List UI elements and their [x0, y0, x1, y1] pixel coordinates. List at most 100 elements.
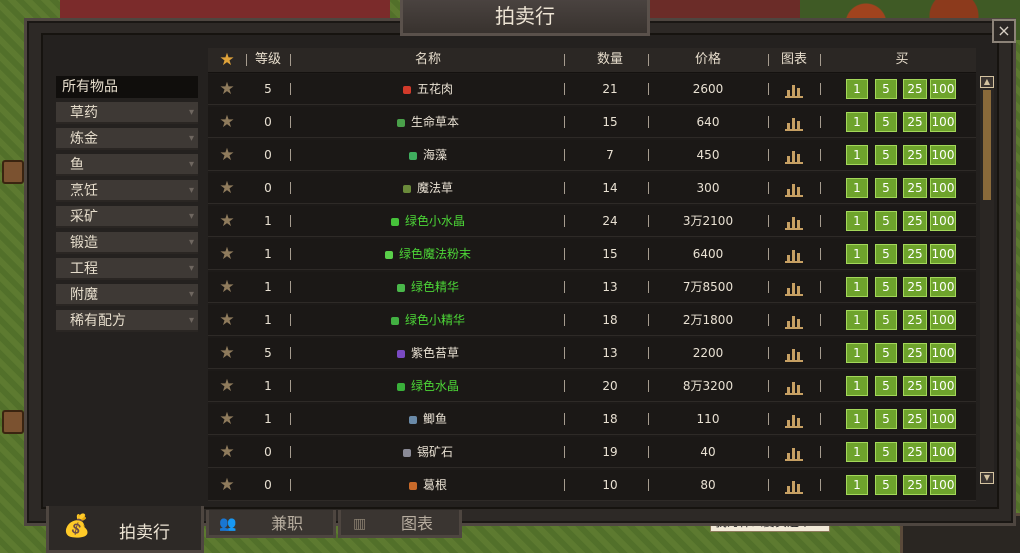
sidebar-item-alchemy[interactable]: 炼金 ▾	[56, 128, 198, 150]
buy-1-button[interactable]: 1	[846, 409, 868, 429]
item-name-cell[interactable]: 锡矿石	[298, 437, 558, 467]
item-name-cell[interactable]: 绿色精华	[298, 272, 558, 302]
buy-100-button[interactable]: 100	[930, 211, 956, 231]
buy-100-button[interactable]: 100	[930, 112, 956, 132]
item-name-cell[interactable]: 魔法草	[298, 173, 558, 203]
buy-5-button[interactable]: 5	[875, 376, 897, 396]
sidebar-item-all-items[interactable]: 所有物品	[56, 76, 198, 98]
buy-5-button[interactable]: 5	[875, 310, 897, 330]
table-row[interactable]: ★ 1 绿色水晶 20 8万3200 1 5 25 100	[208, 371, 976, 402]
favorite-star-icon[interactable]: ★	[216, 272, 238, 302]
sidebar-item-enchanting[interactable]: 附魔 ▾	[56, 284, 198, 306]
favorite-star-icon[interactable]: ★	[216, 107, 238, 137]
buy-100-button[interactable]: 100	[930, 442, 956, 462]
buy-100-button[interactable]: 100	[930, 475, 956, 495]
scroll-up-arrow-icon[interactable]: ▲	[980, 76, 994, 88]
favorite-star-icon[interactable]: ★	[216, 140, 238, 170]
item-name-cell[interactable]: 葛根	[298, 470, 558, 500]
sidebar-item-fish[interactable]: 鱼 ▾	[56, 154, 198, 176]
item-name-cell[interactable]: 绿色水晶	[298, 371, 558, 401]
buy-1-button[interactable]: 1	[846, 310, 868, 330]
buy-25-button[interactable]: 25	[903, 277, 927, 297]
buy-1-button[interactable]: 1	[846, 343, 868, 363]
price-chart-button[interactable]	[774, 206, 814, 236]
tab-chart[interactable]: ▥ 图表	[338, 510, 462, 538]
buy-25-button[interactable]: 25	[903, 409, 927, 429]
table-row[interactable]: ★ 1 绿色小精华 18 2万1800 1 5 25 100	[208, 305, 976, 336]
buy-1-button[interactable]: 1	[846, 211, 868, 231]
table-row[interactable]: ★ 1 绿色小水晶 24 3万2100 1 5 25 100	[208, 206, 976, 237]
item-name-cell[interactable]: 生命草本	[298, 107, 558, 137]
buy-1-button[interactable]: 1	[846, 112, 868, 132]
buy-5-button[interactable]: 5	[875, 211, 897, 231]
favorite-star-icon[interactable]: ★	[216, 470, 238, 500]
buy-25-button[interactable]: 25	[903, 244, 927, 264]
favorite-star-icon[interactable]: ★	[216, 48, 238, 72]
buy-25-button[interactable]: 25	[903, 343, 927, 363]
buy-100-button[interactable]: 100	[930, 409, 956, 429]
column-header-quantity[interactable]: 数量	[572, 48, 648, 72]
buy-100-button[interactable]: 100	[930, 277, 956, 297]
price-chart-button[interactable]	[774, 107, 814, 137]
price-chart-button[interactable]	[774, 74, 814, 104]
table-row[interactable]: ★ 1 鲫鱼 18 110 1 5 25 100	[208, 404, 976, 435]
sidebar-item-smithing[interactable]: 锻造 ▾	[56, 232, 198, 254]
favorite-star-icon[interactable]: ★	[216, 239, 238, 269]
buy-5-button[interactable]: 5	[875, 145, 897, 165]
favorite-star-icon[interactable]: ★	[216, 338, 238, 368]
buy-100-button[interactable]: 100	[930, 343, 956, 363]
buy-25-button[interactable]: 25	[903, 310, 927, 330]
buy-100-button[interactable]: 100	[930, 79, 956, 99]
buy-100-button[interactable]: 100	[930, 244, 956, 264]
table-row[interactable]: ★ 5 紫色苔草 13 2200 1 5 25 100	[208, 338, 976, 369]
favorite-star-icon[interactable]: ★	[216, 74, 238, 104]
tab-part-time[interactable]: 👥 兼职	[206, 510, 336, 538]
item-name-cell[interactable]: 绿色小精华	[298, 305, 558, 335]
buy-100-button[interactable]: 100	[930, 145, 956, 165]
buy-25-button[interactable]: 25	[903, 178, 927, 198]
price-chart-button[interactable]	[774, 470, 814, 500]
price-chart-button[interactable]	[774, 437, 814, 467]
table-row[interactable]: ★ 1 绿色魔法粉末 15 6400 1 5 25 100	[208, 239, 976, 270]
favorite-star-icon[interactable]: ★	[216, 437, 238, 467]
buy-1-button[interactable]: 1	[846, 475, 868, 495]
buy-1-button[interactable]: 1	[846, 442, 868, 462]
buy-1-button[interactable]: 1	[846, 277, 868, 297]
table-row[interactable]: ★ 0 葛根 10 80 1 5 25 100	[208, 470, 976, 501]
buy-100-button[interactable]: 100	[930, 310, 956, 330]
column-header-level[interactable]: 等级	[252, 48, 284, 72]
table-row[interactable]: ★ 0 海藻 7 450 1 5 25 100	[208, 140, 976, 171]
table-row[interactable]: ★ 0 锡矿石 19 40 1 5 25 100	[208, 437, 976, 468]
favorite-star-icon[interactable]: ★	[216, 206, 238, 236]
price-chart-button[interactable]	[774, 305, 814, 335]
favorite-star-icon[interactable]: ★	[216, 305, 238, 335]
buy-1-button[interactable]: 1	[846, 145, 868, 165]
buy-25-button[interactable]: 25	[903, 112, 927, 132]
table-scrollbar[interactable]: ▲ ▼	[980, 76, 994, 484]
sidebar-item-rare-recipes[interactable]: 稀有配方 ▾	[56, 310, 198, 332]
buy-25-button[interactable]: 25	[903, 442, 927, 462]
price-chart-button[interactable]	[774, 272, 814, 302]
scroll-thumb[interactable]	[983, 90, 991, 200]
buy-5-button[interactable]: 5	[875, 178, 897, 198]
buy-25-button[interactable]: 25	[903, 145, 927, 165]
buy-1-button[interactable]: 1	[846, 244, 868, 264]
price-chart-button[interactable]	[774, 338, 814, 368]
buy-25-button[interactable]: 25	[903, 376, 927, 396]
close-button[interactable]: ×	[992, 19, 1016, 43]
buy-1-button[interactable]: 1	[846, 376, 868, 396]
tab-auction-house[interactable]: 💰 拍卖行	[46, 506, 204, 553]
item-name-cell[interactable]: 绿色小水晶	[298, 206, 558, 236]
price-chart-button[interactable]	[774, 140, 814, 170]
buy-5-button[interactable]: 5	[875, 277, 897, 297]
table-row[interactable]: ★ 1 绿色精华 13 7万8500 1 5 25 100	[208, 272, 976, 303]
sidebar-item-engineering[interactable]: 工程 ▾	[56, 258, 198, 280]
buy-1-button[interactable]: 1	[846, 79, 868, 99]
buy-25-button[interactable]: 25	[903, 475, 927, 495]
item-name-cell[interactable]: 绿色魔法粉末	[298, 239, 558, 269]
table-row[interactable]: ★ 0 生命草本 15 640 1 5 25 100	[208, 107, 976, 138]
scroll-down-arrow-icon[interactable]: ▼	[980, 472, 994, 484]
item-name-cell[interactable]: 鲫鱼	[298, 404, 558, 434]
buy-5-button[interactable]: 5	[875, 475, 897, 495]
table-row[interactable]: ★ 0 魔法草 14 300 1 5 25 100	[208, 173, 976, 204]
